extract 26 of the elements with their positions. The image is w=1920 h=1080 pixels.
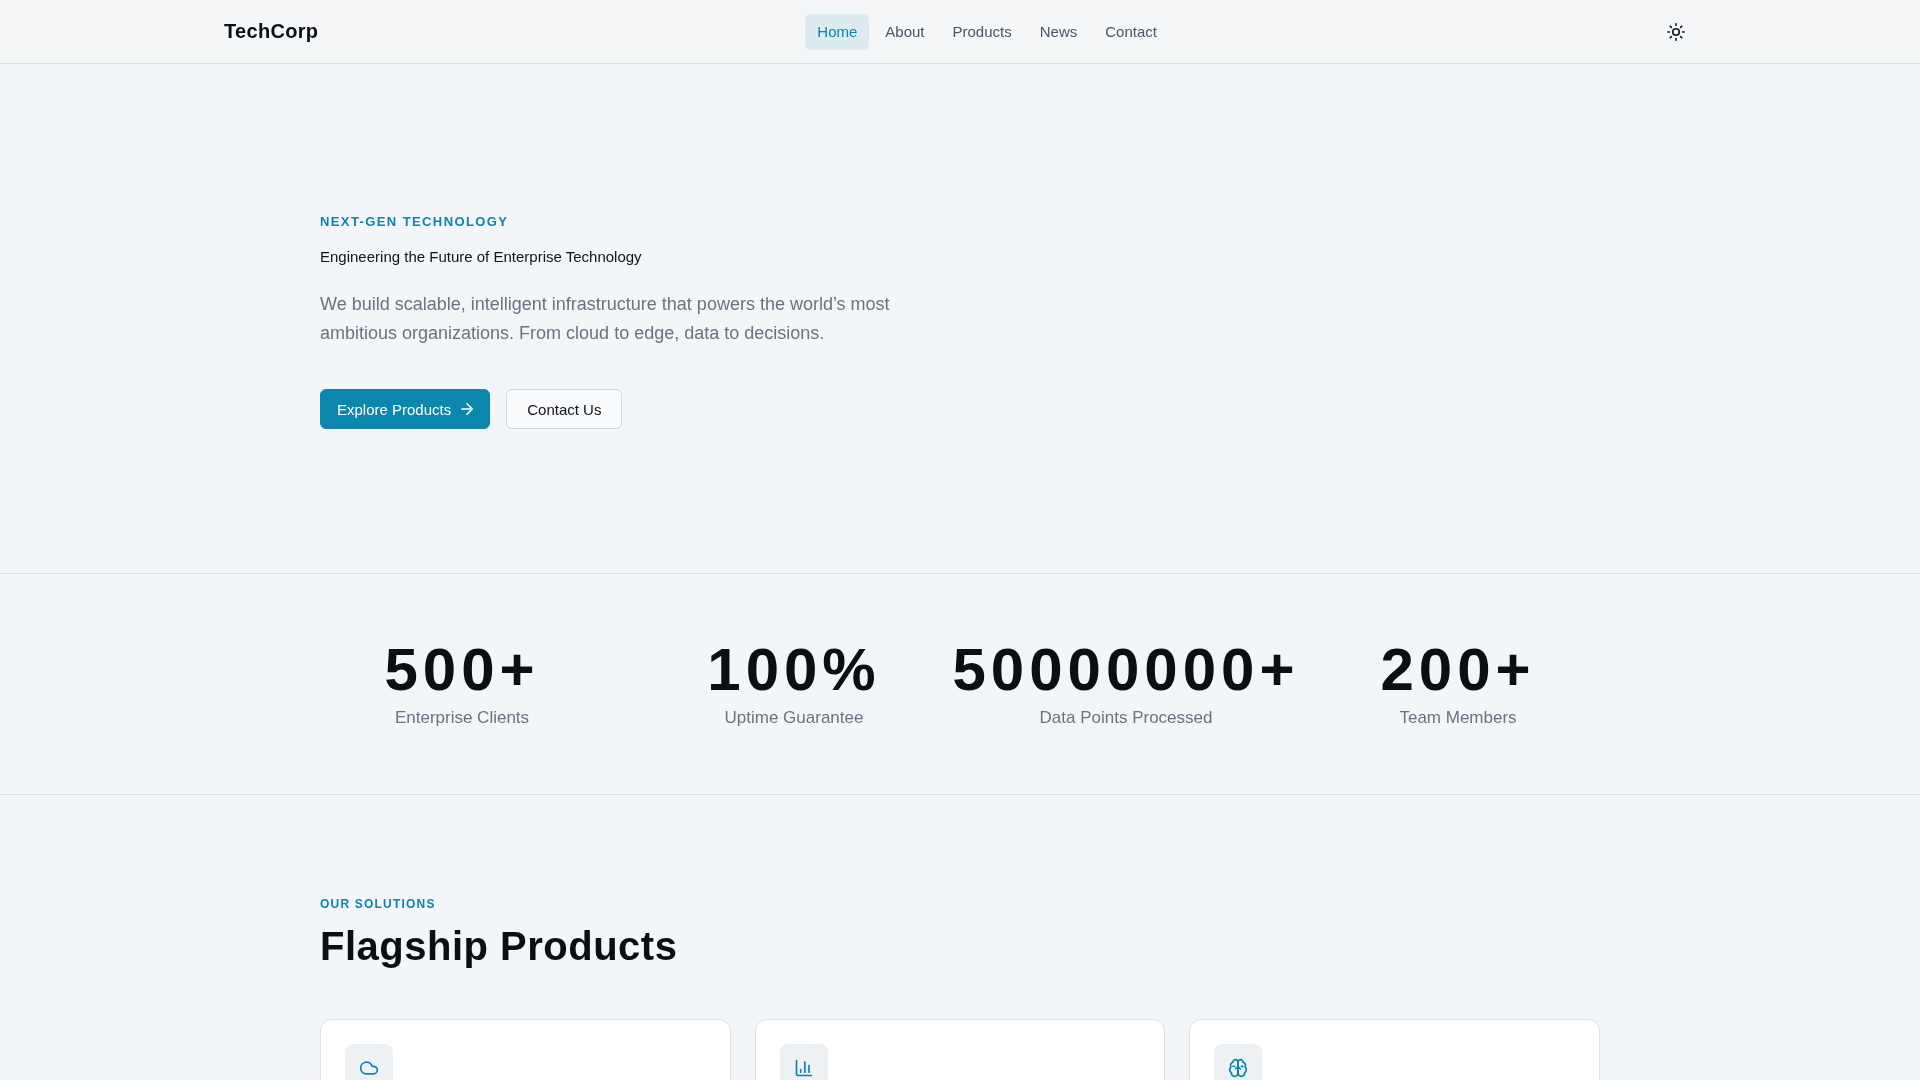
nav-link[interactable]: Contact xyxy=(1093,13,1169,50)
hero-title: Engineering the Future of Enterprise Technology xyxy=(320,247,643,267)
stat-value: 200+ xyxy=(1380,638,1536,702)
stat-label: Data Points Processed xyxy=(1039,707,1213,729)
stat-value: 100% xyxy=(707,638,881,702)
hero-description: We build scalable, intelligent infrastructure that powers the world’s most ambitious organizations. From cloud to edge, data to decisions. xyxy=(320,293,891,345)
stat-label: Uptime Guarantee xyxy=(724,707,864,729)
brain-icon xyxy=(1214,1044,1263,1080)
sun-icon[interactable] xyxy=(1667,22,1685,41)
section-title: Flagship Products xyxy=(320,923,679,970)
bar-chart-icon xyxy=(779,1044,828,1080)
arrow-right-icon xyxy=(461,403,474,415)
cloud-icon xyxy=(345,1044,393,1080)
outline-button[interactable]: Contact Us xyxy=(506,389,623,429)
nav-link[interactable]: Products xyxy=(940,13,1024,50)
nav-link[interactable]: Home xyxy=(805,13,870,50)
nav-link[interactable]: About xyxy=(873,13,937,50)
section-eyebrow: OUR SOLUTIONS xyxy=(320,896,437,912)
hero-eyebrow: NEXT-GEN TECHNOLOGY xyxy=(320,214,510,230)
stat-label: Enterprise Clients xyxy=(394,707,530,729)
primary-button[interactable]: Explore Products xyxy=(320,389,491,429)
stat-value: 50000000+ xyxy=(952,638,1300,702)
nav-link[interactable]: News xyxy=(1027,13,1090,50)
stat-value: 500+ xyxy=(384,638,540,702)
stat-label: Team Members xyxy=(1399,707,1517,729)
logo[interactable]: TechCorp xyxy=(224,20,319,43)
